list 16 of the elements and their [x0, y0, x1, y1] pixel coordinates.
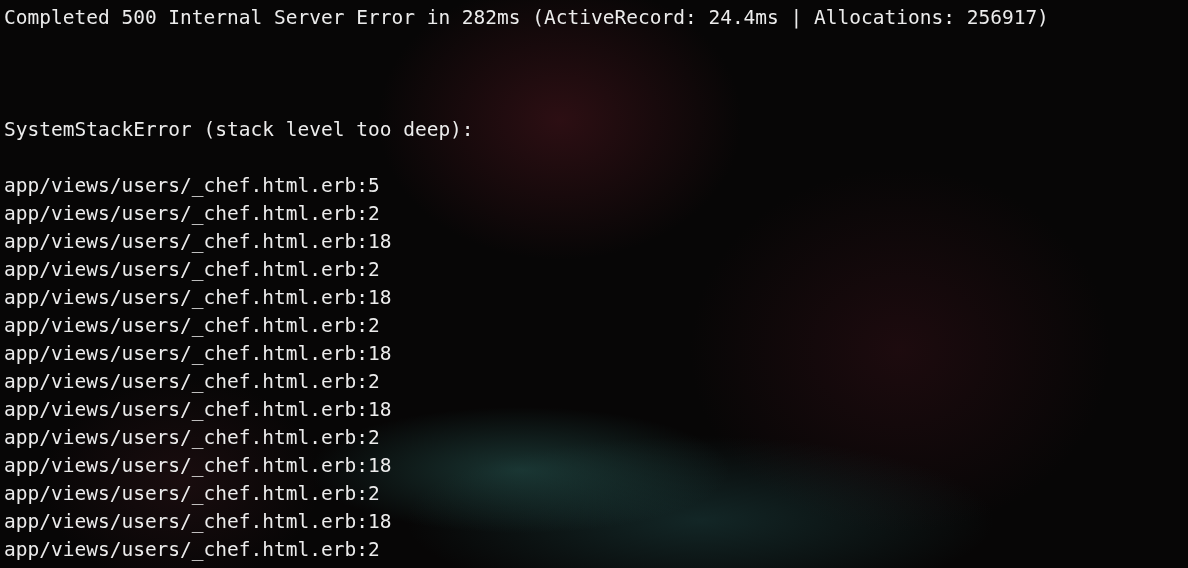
- stack-trace-line: app/views/users/_chef.html.erb:18: [4, 285, 392, 311]
- stack-trace-line: app/views/users/_chef.html.erb:5: [4, 173, 380, 199]
- stack-trace-line: app/views/users/_chef.html.erb:2: [4, 313, 380, 339]
- stack-trace-line: app/views/users/_chef.html.erb:2: [4, 201, 380, 227]
- log-line: Completed 500 Internal Server Error in 282ms (ActiveRecord: 24.4ms | Allocations: 256917): [4, 5, 1049, 31]
- stack-trace-line: app/views/users/_chef.html.erb:2: [4, 481, 380, 507]
- stack-trace-line: app/views/users/_chef.html.erb:18: [4, 229, 392, 255]
- stack-trace-line: app/views/users/_chef.html.erb:2: [4, 537, 380, 563]
- stack-trace-line: app/views/users/_chef.html.erb:18: [4, 341, 392, 367]
- stack-trace-line: app/views/users/_chef.html.erb:18: [4, 397, 392, 423]
- stack-trace-line: app/views/users/_chef.html.erb:18: [4, 453, 392, 479]
- stack-trace-line: app/views/users/_chef.html.erb:2: [4, 257, 380, 283]
- error-message: SystemStackError (stack level too deep):: [4, 117, 474, 143]
- stack-trace-line: app/views/users/_chef.html.erb:2: [4, 369, 380, 395]
- stack-trace-line: app/views/users/_chef.html.erb:2: [4, 425, 380, 451]
- stack-trace-line: app/views/users/_chef.html.erb:18: [4, 509, 392, 535]
